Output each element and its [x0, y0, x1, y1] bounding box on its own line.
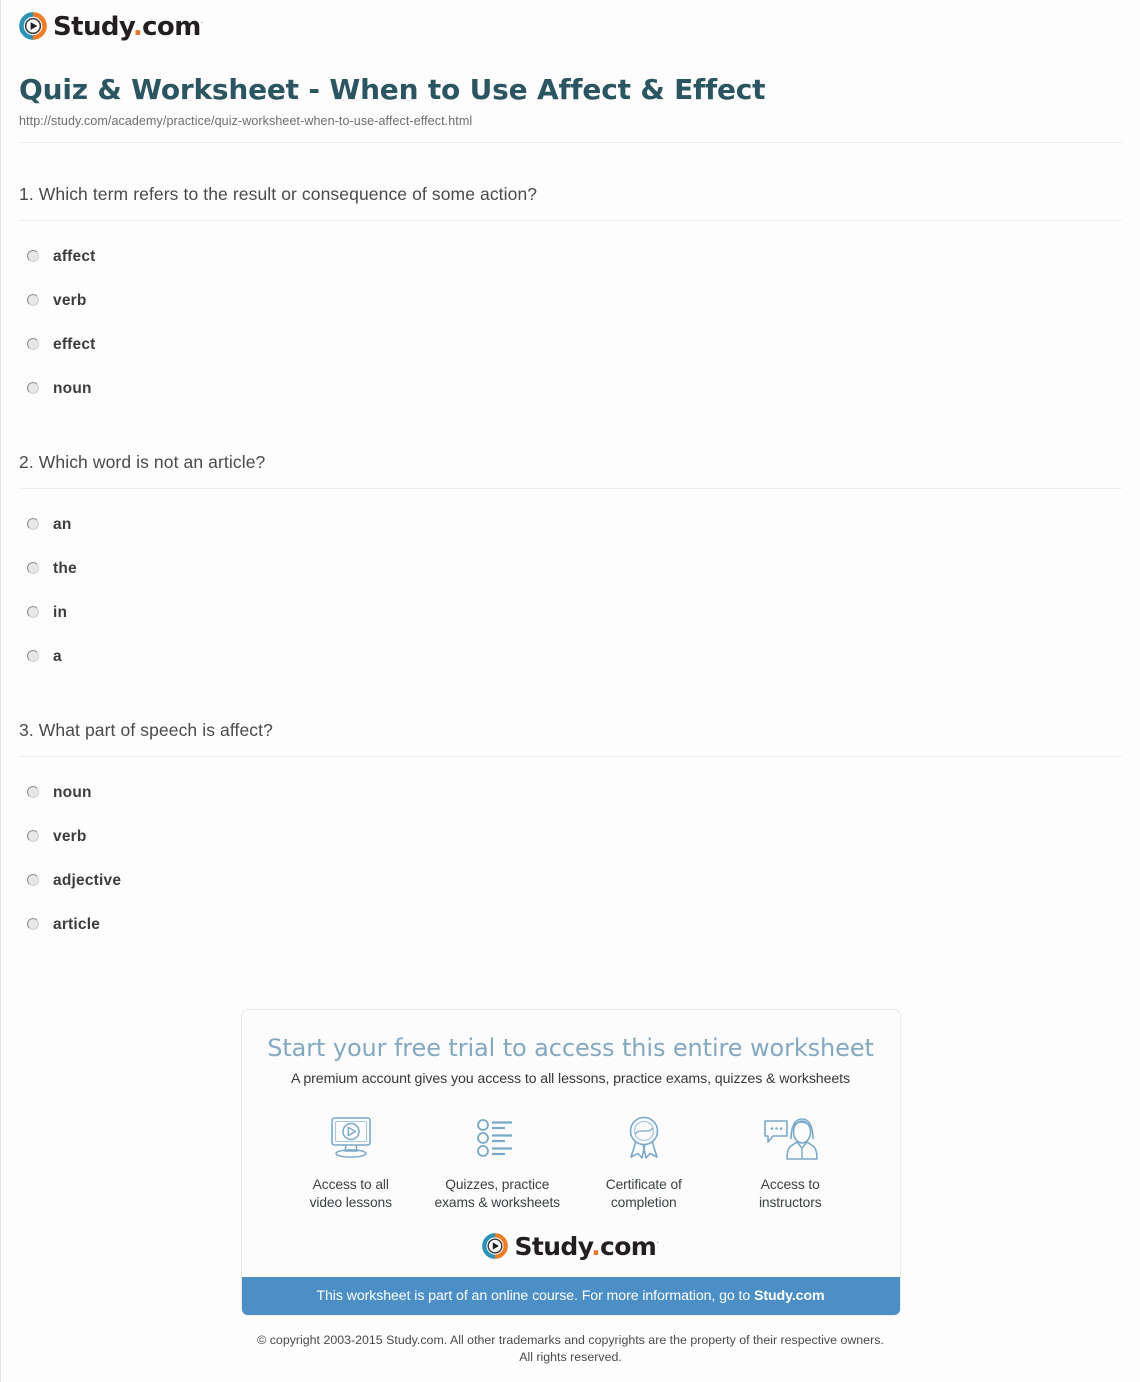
free-trial-card: Start your free trial to access this ent…	[240, 1008, 901, 1316]
feature-label-line1: Certificate of	[605, 1176, 682, 1192]
question-text: 2. Which word is not an article?	[19, 452, 266, 473]
study-logo-header[interactable]: Study.com·	[19, 12, 204, 42]
option-label: article	[53, 915, 101, 933]
radio-button-icon[interactable]	[27, 250, 39, 263]
question-block: 1. Which term refers to the result or co…	[19, 143, 1122, 411]
option-list: an the in a	[19, 503, 1122, 679]
option-row[interactable]: noun	[27, 771, 1122, 815]
copyright-line-1: © copyright 2003-2015 Study.com. All oth…	[257, 1332, 884, 1347]
question-text: 3. What part of speech is affect?	[19, 719, 273, 740]
feature-label-line2: instructors	[758, 1195, 822, 1211]
feature-label-line1: Access to all	[312, 1176, 389, 1192]
option-label: an	[53, 515, 72, 533]
study-play-circle-icon	[482, 1232, 509, 1259]
quiz-list: 1. Which term refers to the result or co…	[1, 143, 1140, 946]
radio-button-icon[interactable]	[27, 917, 39, 930]
option-row[interactable]: a	[27, 635, 1122, 679]
question-block: 2. Which word is not an article? an the …	[19, 411, 1122, 679]
study-logo-wordmark: Study.com·	[514, 1232, 659, 1262]
feature-label-line2: completion	[610, 1195, 677, 1211]
radio-button-icon[interactable]	[27, 382, 39, 395]
radio-button-icon[interactable]	[27, 294, 39, 307]
promo-banner[interactable]: This worksheet is part of an online cour…	[241, 1276, 900, 1315]
option-label: adjective	[53, 871, 122, 889]
question-divider	[19, 755, 1122, 757]
source-url: http://study.com/academy/practice/quiz-w…	[19, 114, 473, 129]
option-row[interactable]: in	[27, 591, 1122, 635]
radio-button-icon[interactable]	[27, 649, 39, 662]
option-row[interactable]: noun	[27, 367, 1122, 411]
promo-banner-text: This worksheet is part of an online cour…	[316, 1287, 754, 1304]
option-row[interactable]: effect	[27, 323, 1122, 367]
option-label: a	[53, 647, 62, 665]
option-row[interactable]: the	[27, 547, 1122, 591]
option-row[interactable]: adjective	[27, 859, 1122, 903]
option-list: noun verb adjective article	[19, 771, 1122, 947]
option-row[interactable]: an	[27, 503, 1122, 547]
study-logo-wordmark: Study.com·	[53, 12, 204, 42]
option-row[interactable]: verb	[27, 815, 1122, 859]
feature-label: Access to instructors	[717, 1176, 864, 1213]
option-label: in	[53, 603, 68, 621]
worksheet-page: Study.com· Quiz & Worksheet - When to Us…	[0, 0, 1140, 1382]
option-row[interactable]: article	[27, 903, 1122, 947]
option-row[interactable]: verb	[27, 279, 1122, 323]
page-header: Study.com·	[1, 0, 1140, 48]
radio-button-icon[interactable]	[27, 873, 39, 886]
promo-title: Start your free trial to access this ent…	[267, 1033, 874, 1062]
monitor-play-icon	[278, 1111, 425, 1167]
radio-button-icon[interactable]	[27, 561, 39, 574]
title-block: Quiz & Worksheet - When to Use Affect & …	[1, 48, 1140, 129]
copyright-notice: © copyright 2003-2015 Study.com. All oth…	[1, 1316, 1140, 1367]
feature-item-quizzes: Quizzes, practice exams & worksheets	[424, 1111, 571, 1213]
feature-item-video-lessons: Access to all video lessons	[278, 1111, 425, 1213]
award-ribbon-icon	[571, 1111, 718, 1167]
study-logo-promo[interactable]: Study.com·	[242, 1219, 900, 1277]
feature-label: Access to all video lessons	[278, 1176, 425, 1213]
checklist-icon	[424, 1111, 571, 1167]
radio-button-icon[interactable]	[27, 605, 39, 618]
radio-button-icon[interactable]	[27, 338, 39, 351]
question-block: 3. What part of speech is affect? noun v…	[19, 679, 1122, 947]
option-label: affect	[53, 248, 96, 266]
promo-header: Start your free trial to access this ent…	[242, 1010, 900, 1089]
option-label: noun	[53, 783, 92, 801]
option-label: noun	[53, 380, 92, 398]
promo-section: Start your free trial to access this ent…	[1, 947, 1140, 1316]
feature-label-line1: Quizzes, practice	[445, 1176, 550, 1192]
option-label: effect	[53, 336, 96, 354]
promo-banner-link[interactable]: Study.com	[754, 1288, 825, 1304]
option-list: affect verb effect noun	[19, 235, 1122, 411]
option-label: the	[53, 559, 77, 577]
radio-button-icon[interactable]	[27, 785, 39, 798]
feature-item-certificate: Certificate of completion	[571, 1111, 718, 1213]
feature-label-line2: exams & worksheets	[434, 1195, 561, 1211]
study-play-circle-icon	[19, 12, 47, 40]
instructor-chat-icon	[717, 1111, 864, 1167]
option-label: verb	[53, 827, 87, 845]
radio-button-icon[interactable]	[27, 517, 39, 530]
copyright-line-2: All rights reserved.	[519, 1350, 622, 1365]
question-divider	[19, 220, 1122, 222]
option-label: verb	[53, 292, 87, 310]
question-divider	[19, 487, 1122, 489]
page-title: Quiz & Worksheet - When to Use Affect & …	[19, 73, 766, 106]
question-text: 1. Which term refers to the result or co…	[19, 184, 538, 205]
feature-item-instructors: Access to instructors	[717, 1111, 864, 1213]
feature-list: Access to all video lessons Quizzes, pra…	[242, 1089, 900, 1219]
feature-label: Certificate of completion	[571, 1176, 718, 1213]
radio-button-icon[interactable]	[27, 829, 39, 842]
feature-label: Quizzes, practice exams & worksheets	[424, 1176, 571, 1213]
feature-label-line1: Access to	[760, 1176, 820, 1192]
option-row[interactable]: affect	[27, 235, 1122, 279]
feature-label-line2: video lessons	[309, 1195, 392, 1211]
promo-subtitle: A premium account gives you access to al…	[290, 1070, 851, 1087]
